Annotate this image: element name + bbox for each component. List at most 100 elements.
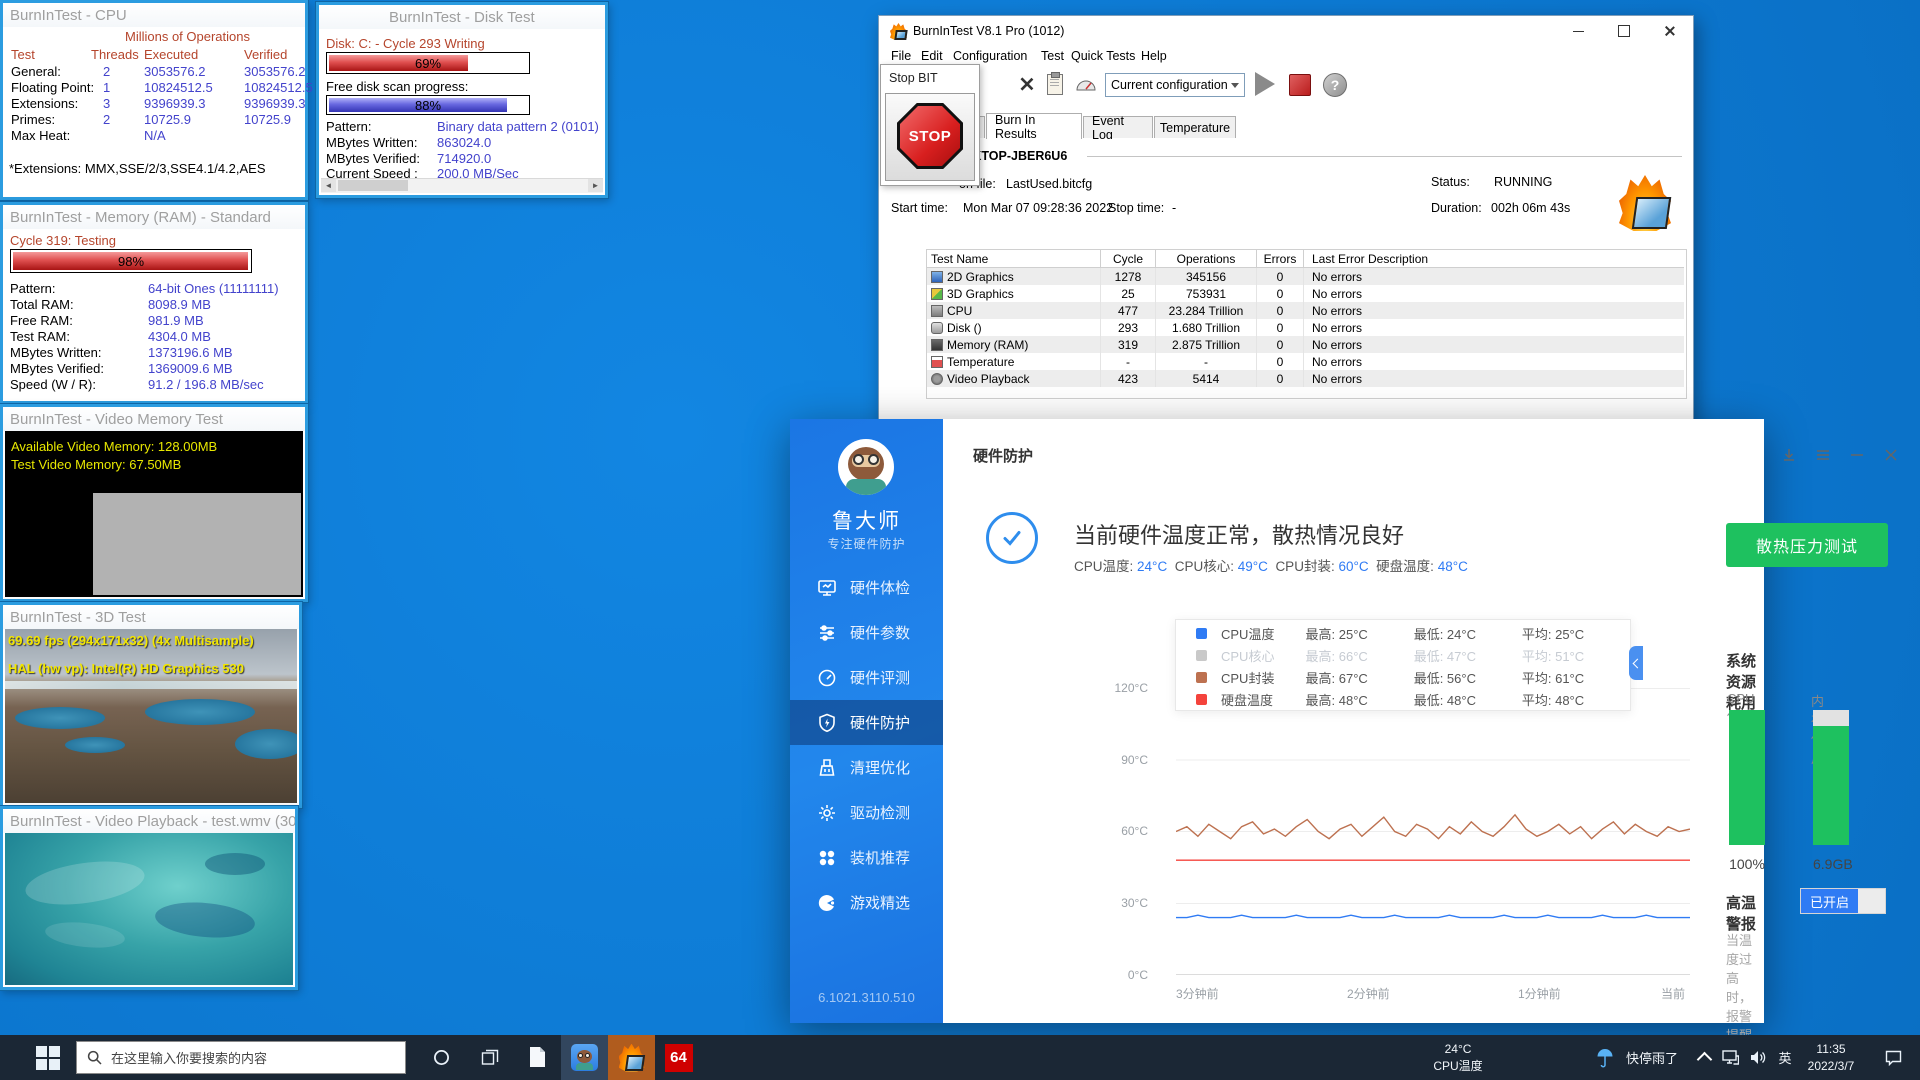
- col-header-errors[interactable]: Errors: [1257, 250, 1304, 267]
- weather-umbrella-icon[interactable]: [1592, 1035, 1618, 1080]
- table-row[interactable]: Video Playback 423 5414 0 No errors: [927, 370, 1684, 387]
- cell-errors: 0: [1257, 268, 1304, 285]
- task-view-icon: [481, 1049, 498, 1065]
- table-row[interactable]: CPU 477 23.284 Trillion 0 No errors: [927, 302, 1684, 319]
- table-row[interactable]: Memory (RAM) 319 2.875 Trillion 0 No err…: [927, 336, 1684, 353]
- stress-test-button[interactable]: 散热压力测试: [1726, 523, 1888, 567]
- col-header-operations[interactable]: Operations: [1156, 250, 1257, 267]
- legend-row[interactable]: CPU封装 最高: 67°C 最低: 56°C 平均: 61°C: [1176, 666, 1630, 688]
- download-icon[interactable]: [1781, 447, 1797, 463]
- tab-temperature[interactable]: Temperature: [1154, 116, 1236, 138]
- start-tests-button[interactable]: [1255, 72, 1275, 96]
- delete-icon[interactable]: [1019, 76, 1035, 92]
- window-title[interactable]: BurnInTest - Video Memory Test: [3, 407, 305, 431]
- col-header-test-name[interactable]: Test Name: [927, 250, 1101, 267]
- sidebar-item-driver-check[interactable]: 驱动检测: [790, 790, 943, 835]
- table-row[interactable]: 2D Graphics 1278 345156 0 No errors: [927, 268, 1684, 285]
- report-icon[interactable]: [1047, 72, 1063, 95]
- menu-icon[interactable]: [1815, 447, 1831, 463]
- tray-volume[interactable]: [1744, 1035, 1772, 1080]
- help-icon[interactable]: ?: [1323, 73, 1347, 97]
- col-header-cycle[interactable]: Cycle: [1101, 250, 1156, 267]
- tab-burn-in-results[interactable]: Burn In Results: [986, 113, 1082, 141]
- window-burnintest-video-playback: BurnInTest - Video Playback - test.wmv (…: [0, 806, 298, 990]
- stop-bit-button[interactable]: STOP: [885, 93, 975, 181]
- window-title[interactable]: BurnInTest - 3D Test: [3, 605, 299, 629]
- tab-label: Event Log: [1092, 113, 1124, 142]
- chevron-left-icon: [1632, 658, 1642, 668]
- horizon: [5, 681, 297, 689]
- taskbar-app-master-lu[interactable]: [561, 1035, 608, 1080]
- stop-tests-button[interactable]: [1289, 74, 1311, 96]
- temp-label: CPU温度:: [1074, 559, 1134, 574]
- cell-errors: 0: [1257, 370, 1304, 387]
- window-burnintest-memory: BurnInTest - Memory (RAM) - Standard Cyc…: [0, 202, 308, 404]
- cell-cycle: 1278: [1101, 268, 1156, 285]
- window-title[interactable]: BurnInTest - Video Playback - test.wmv (…: [3, 809, 295, 833]
- menu-file[interactable]: File: [891, 49, 911, 63]
- weather-label: 快停雨了: [1625, 1051, 1678, 1066]
- legend-collapse-tab[interactable]: [1629, 646, 1643, 680]
- table-row[interactable]: 3D Graphics 25 753931 0 No errors: [927, 285, 1684, 302]
- minimize-button[interactable]: [1555, 16, 1601, 46]
- close-button[interactable]: [1647, 16, 1693, 46]
- cpu-footnote: *Extensions: MMX,SSE/2/3,SSE4.1/4.2,AES: [9, 161, 266, 176]
- tray-weather-text[interactable]: 快停雨了: [1620, 1035, 1684, 1080]
- table-row[interactable]: Disk () 293 1.680 Trillion 0 No errors: [927, 319, 1684, 336]
- cell-operations: -: [1156, 353, 1257, 370]
- alarm-toggle[interactable]: 已开启: [1800, 888, 1886, 914]
- titlebar[interactable]: BurnInTest V8.1 Pro (1012): [879, 16, 1693, 46]
- status-ok-icon: [986, 512, 1038, 564]
- legend-avg: 平均: 61°C: [1521, 670, 1585, 686]
- minimize-icon[interactable]: [1849, 447, 1865, 463]
- taskbar-cortana-button[interactable]: [418, 1035, 465, 1080]
- window-title[interactable]: BurnInTest - Disk Test: [319, 5, 605, 29]
- legend-row[interactable]: 硬盘温度 最高: 48°C 最低: 48°C 平均: 48°C: [1176, 688, 1630, 710]
- sidebar-item-label: 装机推荐: [850, 850, 911, 867]
- tab-event-log[interactable]: Event Log: [1083, 114, 1153, 142]
- taskbar-app-64[interactable]: 64: [655, 1035, 702, 1080]
- table-row[interactable]: Temperature - - 0 No errors: [927, 353, 1684, 370]
- tray-cpu-temp-widget[interactable]: 24°C CPU温度: [1408, 1035, 1508, 1080]
- badge-64-label: 64: [670, 1049, 687, 1066]
- legend-row[interactable]: CPU核心 最高: 66°C 最低: 47°C 平均: 51°C: [1176, 644, 1630, 666]
- taskbar-app-burnintest[interactable]: [608, 1035, 655, 1080]
- taskbar-app-document[interactable]: [514, 1035, 561, 1080]
- configuration-dropdown[interactable]: Current configuration: [1105, 73, 1245, 97]
- tray-clock[interactable]: 11:35 2022/3/7: [1798, 1035, 1864, 1080]
- scroll-thumb[interactable]: [338, 180, 408, 191]
- menu-test[interactable]: Test: [1041, 49, 1064, 63]
- legend-avg: 平均: 25°C: [1521, 626, 1585, 642]
- action-center-button[interactable]: [1876, 1035, 1910, 1080]
- sidebar-item-game-picks[interactable]: 游戏精选: [790, 880, 943, 925]
- col-header-last-error[interactable]: Last Error Description: [1304, 250, 1684, 267]
- tray-network[interactable]: [1716, 1035, 1744, 1080]
- sidebar-item-hardware-params[interactable]: 硬件参数: [790, 610, 943, 655]
- window-title[interactable]: BurnInTest - CPU: [3, 3, 305, 27]
- close-icon[interactable]: [1883, 447, 1899, 463]
- menu-quick-tests[interactable]: Quick Tests: [1071, 49, 1135, 63]
- tray-language[interactable]: 英: [1772, 1035, 1798, 1080]
- cell-cycle: 423: [1101, 370, 1156, 387]
- task-view-button[interactable]: [466, 1035, 513, 1080]
- gauge-icon[interactable]: [1075, 74, 1097, 94]
- sidebar-item-hardware-benchmark[interactable]: 硬件评测: [790, 655, 943, 700]
- horizontal-scrollbar[interactable]: ◄ ►: [321, 178, 603, 193]
- maximize-button[interactable]: [1601, 16, 1647, 46]
- sidebar-item-hardware-protection[interactable]: 硬件防护: [790, 700, 943, 745]
- window-burnintest-video-memory: BurnInTest - Video Memory Test Available…: [0, 404, 308, 602]
- search-input[interactable]: 在这里输入你要搜索的内容: [76, 1041, 406, 1074]
- sidebar-item-cleanup[interactable]: 清理优化: [790, 745, 943, 790]
- menu-configuration[interactable]: Configuration: [953, 49, 1027, 63]
- sidebar-item-hardware-check[interactable]: 硬件体检: [790, 565, 943, 610]
- menu-edit[interactable]: Edit: [921, 49, 943, 63]
- scroll-left-arrow[interactable]: ◄: [321, 179, 336, 192]
- scroll-right-arrow[interactable]: ►: [588, 179, 603, 192]
- tray-show-hidden-icons[interactable]: [1692, 1035, 1716, 1080]
- menu-help[interactable]: Help: [1141, 49, 1167, 63]
- window-title[interactable]: BurnInTest - Memory (RAM) - Standard: [3, 205, 305, 229]
- legend-row[interactable]: CPU温度 最高: 25°C 最低: 24°C 平均: 25°C: [1176, 622, 1630, 644]
- clock-time: 11:35: [1816, 1042, 1846, 1057]
- sidebar-item-build-recommend[interactable]: 装机推荐: [790, 835, 943, 880]
- start-button[interactable]: [24, 1035, 72, 1080]
